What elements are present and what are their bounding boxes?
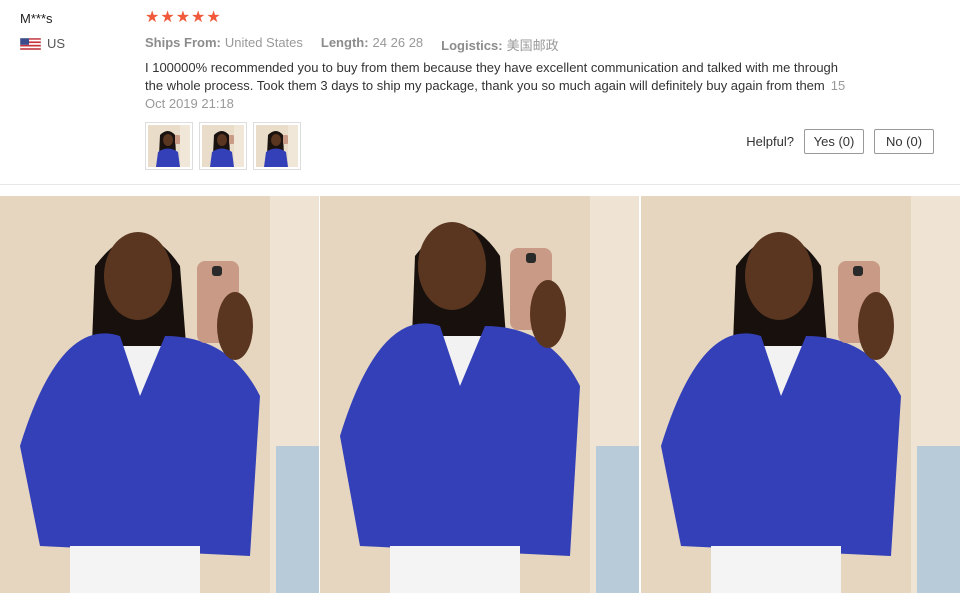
- review-photo-2: [202, 125, 244, 167]
- logistics: Logistics: 美国邮政: [441, 35, 558, 54]
- star-icon: ★: [206, 9, 221, 26]
- star-icon: ★: [175, 9, 191, 26]
- length-value: 24 26 28: [372, 35, 424, 50]
- review-thumbnail[interactable]: [253, 122, 301, 170]
- gallery-photo[interactable]: [0, 196, 319, 593]
- length-label: Length:: [320, 35, 369, 50]
- star-icon: ★: [145, 9, 160, 26]
- review-text-block: I 100000% recommended you to buy from th…: [145, 59, 855, 113]
- review-photo-1: [148, 125, 190, 167]
- ships-from: Ships From: United States: [145, 35, 303, 54]
- logistics-value: 美国邮政: [506, 38, 559, 53]
- review-thumbnail[interactable]: [199, 122, 247, 170]
- ships-from-label: Ships From:: [145, 35, 221, 50]
- length: Length: 24 26 28: [321, 35, 423, 54]
- star-icon: ★: [160, 9, 175, 26]
- gallery-photo-image-2: [320, 196, 639, 593]
- ships-from-value: United States: [224, 35, 303, 50]
- review-text: I 100000% recommended you to buy from th…: [145, 60, 839, 93]
- logistics-label: Logistics:: [441, 38, 503, 53]
- star-icon: ★: [191, 9, 206, 26]
- gallery-photo-image-3: [641, 196, 960, 593]
- gallery-photo[interactable]: [641, 196, 960, 593]
- helpful-vote: Helpful? Yes (0) No (0): [746, 129, 934, 154]
- order-meta: Ships From: United States Length: 24 26 28…: [145, 35, 559, 54]
- reviewer-name: M***s: [20, 11, 53, 26]
- review-photo-gallery: [0, 196, 960, 605]
- helpful-no-button[interactable]: No (0): [874, 129, 934, 154]
- review-thumbnail[interactable]: [145, 122, 193, 170]
- divider: [0, 184, 960, 185]
- helpful-yes-button[interactable]: Yes (0): [804, 129, 864, 154]
- review-thumbnails: [145, 122, 301, 170]
- helpful-label: Helpful?: [746, 134, 794, 149]
- review-card: M***s US ★ ★ ★ ★ ★ Ships From: United Sta…: [0, 0, 960, 184]
- gallery-photo-image-1: [0, 196, 319, 593]
- review-photo-3: [256, 125, 298, 167]
- us-flag-icon: [20, 37, 41, 50]
- rating-stars: ★ ★ ★ ★ ★: [145, 9, 221, 27]
- reviewer-country: US: [20, 36, 65, 51]
- country-code: US: [47, 36, 66, 51]
- gallery-photo[interactable]: [320, 196, 639, 593]
